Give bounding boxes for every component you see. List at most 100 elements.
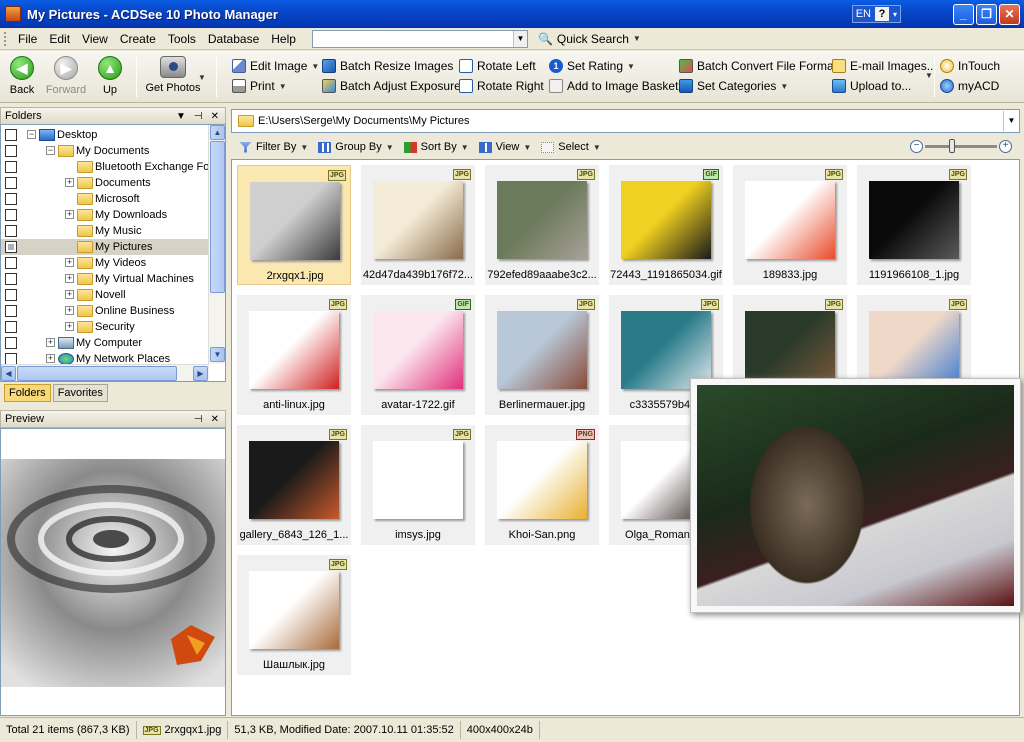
up-button[interactable]: ▲ Up [88, 56, 132, 96]
menu-view[interactable]: View [76, 32, 114, 46]
thumbnail-item[interactable]: PNG Khoi-San.png [485, 425, 599, 545]
batch-convert-button[interactable]: Batch Convert File Format [679, 57, 837, 75]
get-photos-button[interactable]: Get Photos [142, 56, 204, 94]
expand-icon[interactable]: + [65, 306, 74, 315]
set-categories-button[interactable]: Set Categories ▼ [679, 77, 788, 95]
tree-item[interactable]: + Documents [1, 175, 209, 191]
thumbnail-item[interactable]: JPG imsys.jpg [361, 425, 475, 545]
expand-icon[interactable]: + [46, 354, 55, 363]
tree-item[interactable]: + My Videos [1, 255, 209, 271]
thumbnail-item[interactable]: JPG 2rxgqx1.jpg [237, 165, 351, 285]
folder-checkbox[interactable] [5, 129, 17, 141]
app-icon[interactable] [5, 6, 21, 22]
scroll-right-icon[interactable]: ▶ [193, 366, 208, 381]
tree-item[interactable]: + Security [1, 319, 209, 335]
toolbar-grip[interactable] [4, 31, 7, 46]
minimize-button[interactable]: _ [953, 3, 974, 25]
address-bar[interactable]: E:\Users\Serge\My Documents\My Pictures … [231, 109, 1020, 133]
folder-checkbox[interactable] [5, 289, 17, 301]
email-images-button[interactable]: E-mail Images.. [832, 57, 933, 75]
chevron-down-icon[interactable]: ▼ [925, 71, 933, 80]
folder-checkbox[interactable] [5, 241, 17, 253]
tree-item[interactable]: My Music [1, 223, 209, 239]
tree-item[interactable]: + My Computer [1, 335, 209, 351]
menu-help[interactable]: Help [265, 32, 302, 46]
close-icon[interactable]: ✕ [211, 111, 219, 122]
menu-edit[interactable]: Edit [43, 32, 76, 46]
scroll-down-icon[interactable]: ▼ [210, 347, 225, 362]
folder-checkbox[interactable] [5, 305, 17, 317]
edit-image-button[interactable]: Edit Image ▼ [232, 57, 319, 75]
thumbnail-item[interactable]: JPG 42d47da439b176f72... [361, 165, 475, 285]
print-button[interactable]: Print ▼ [232, 77, 287, 95]
folder-checkbox[interactable] [5, 193, 17, 205]
expand-icon[interactable]: + [65, 290, 74, 299]
forward-button[interactable]: ▶ Forward [44, 56, 88, 96]
address-path[interactable]: E:\Users\Serge\My Documents\My Pictures [258, 115, 1003, 127]
pin-icon[interactable]: ⊣ [194, 111, 203, 122]
rotate-left-button[interactable]: Rotate Left [459, 57, 536, 75]
collapse-icon[interactable]: − [46, 146, 55, 155]
thumbnail-item[interactable]: GIF 72443_1191865034.gif [609, 165, 723, 285]
back-button[interactable]: ◀ Back [0, 56, 44, 96]
collapse-icon[interactable]: − [27, 130, 36, 139]
scrollbar-thumb[interactable] [17, 366, 177, 381]
thumbnail-item[interactable]: JPG Berlinermauer.jpg [485, 295, 599, 415]
expand-icon[interactable]: + [65, 274, 74, 283]
tree-item[interactable]: − My Documents [1, 143, 209, 159]
scrollbar-thumb[interactable] [210, 141, 225, 293]
scroll-up-icon[interactable]: ▲ [210, 125, 225, 140]
sort-by-button[interactable]: Sort By ▼ [403, 141, 469, 153]
close-icon[interactable]: ✕ [211, 414, 219, 425]
thumbnail-item[interactable]: JPG 1191966108_1.jpg [857, 165, 971, 285]
tree-item[interactable]: Bluetooth Exchange Fo [1, 159, 209, 175]
search-dropdown-icon[interactable]: ▼ [512, 30, 527, 47]
scroll-left-icon[interactable]: ◀ [1, 366, 16, 381]
get-photos-dropdown-icon[interactable]: ▼ [198, 73, 206, 82]
tab-favorites[interactable]: Favorites [52, 384, 108, 402]
rotate-right-button[interactable]: Rotate Right [459, 77, 544, 95]
expand-icon[interactable]: + [65, 322, 74, 331]
view-button[interactable]: View ▼ [478, 141, 531, 153]
batch-resize-button[interactable]: Batch Resize Images [322, 57, 453, 75]
tree-item[interactable]: Microsoft [1, 191, 209, 207]
tree-item[interactable]: My Pictures [1, 239, 209, 255]
chevron-down-icon[interactable]: ▾ [893, 10, 897, 19]
expand-icon[interactable]: + [65, 210, 74, 219]
quick-search-button[interactable]: 🔍 Quick Search ▼ [538, 32, 641, 46]
expand-icon[interactable]: + [65, 258, 74, 267]
thumbnail-item[interactable]: JPG Шашлык.jpg [237, 555, 351, 675]
batch-adjust-button[interactable]: Batch Adjust Exposure [322, 77, 461, 95]
tree-item[interactable]: + My Downloads [1, 207, 209, 223]
thumbnail-item[interactable]: JPG 189833.jpg [733, 165, 847, 285]
zoom-knob[interactable] [949, 139, 955, 153]
help-icon[interactable]: ? [874, 7, 889, 21]
language-bar[interactable]: EN ? ▾ [851, 5, 901, 23]
folder-checkbox[interactable] [5, 209, 17, 221]
thumbnail-item[interactable]: GIF avatar-1722.gif [361, 295, 475, 415]
folder-checkbox[interactable] [5, 321, 17, 333]
menu-file[interactable]: File [12, 32, 43, 46]
tree-item[interactable]: − Desktop [1, 127, 209, 143]
folder-tree-vertical-scrollbar[interactable]: ▲ ▼ [208, 125, 225, 364]
search-input[interactable]: ▼ [311, 29, 528, 48]
maximize-button[interactable]: ❐ [976, 3, 997, 25]
group-by-button[interactable]: Group By ▼ [318, 141, 394, 153]
folder-checkbox[interactable] [5, 225, 17, 237]
tree-item[interactable]: + My Virtual Machines [1, 271, 209, 287]
zoom-out-icon[interactable]: − [910, 140, 923, 153]
folder-checkbox[interactable] [5, 257, 17, 269]
select-button[interactable]: Select ▼ [541, 141, 601, 153]
folder-checkbox[interactable] [5, 337, 17, 349]
menu-create[interactable]: Create [114, 32, 162, 46]
folder-checkbox[interactable] [5, 273, 17, 285]
tree-item[interactable]: + Novell [1, 287, 209, 303]
menu-database[interactable]: Database [202, 32, 265, 46]
zoom-track[interactable] [925, 139, 997, 153]
pane-menu-icon[interactable]: ▼ [176, 111, 186, 122]
folder-checkbox[interactable] [5, 161, 17, 173]
menu-tools[interactable]: Tools [162, 32, 202, 46]
set-rating-button[interactable]: 1 Set Rating ▼ [549, 57, 635, 75]
filter-by-button[interactable]: Filter By ▼ [239, 141, 308, 153]
tab-folders[interactable]: Folders [4, 384, 51, 402]
